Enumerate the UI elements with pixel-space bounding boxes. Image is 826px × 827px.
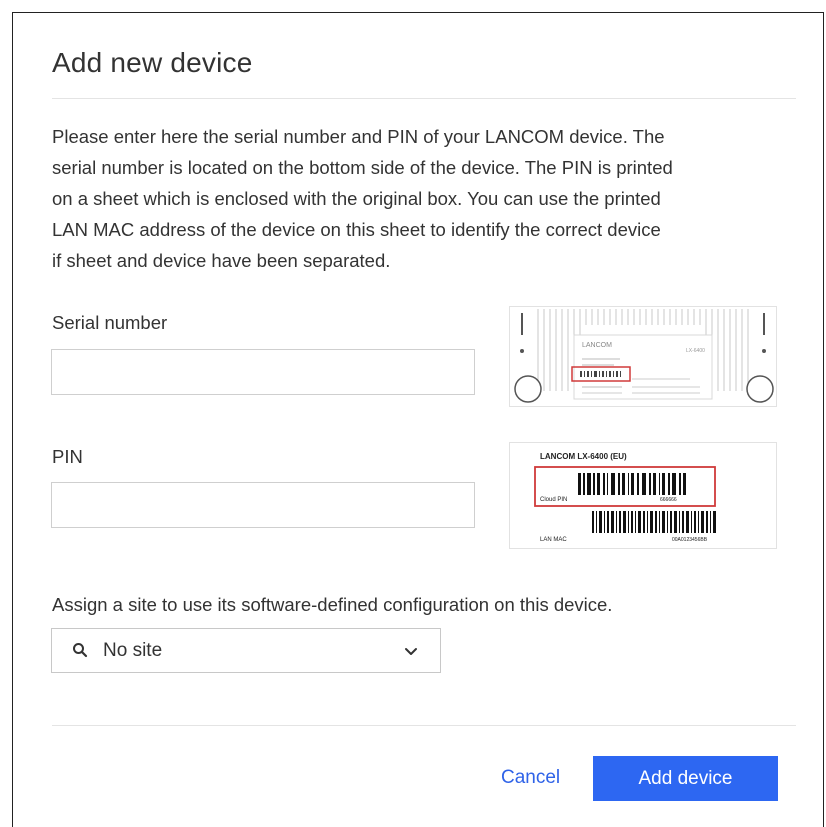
description-line: Please enter here the serial number and … [52, 126, 665, 147]
pin-input[interactable] [51, 482, 475, 528]
dialog-description: Please enter here the serial number and … [52, 121, 792, 276]
device-brand-text: LANCOM [582, 342, 612, 349]
lan-mac-label: LAN MAC [540, 537, 567, 543]
pin-sheet-heading: LANCOM LX-6400 (EU) [540, 452, 627, 461]
search-icon [72, 642, 88, 663]
add-device-button[interactable]: Add device [593, 756, 778, 801]
site-select[interactable]: No site [51, 628, 441, 673]
add-device-dialog: Add new device Please enter here the ser… [12, 12, 824, 827]
cloud-pin-label: Cloud PIN [540, 497, 567, 503]
description-line: on a sheet which is enclosed with the or… [52, 188, 661, 209]
pin-sheet-image: LANCOM LX-6400 (EU) Cloud PIN 666666 LAN… [509, 442, 777, 549]
device-bottom-illustration: LANCOM LX-6400 [514, 309, 774, 403]
pin-label: PIN [52, 446, 83, 467]
device-bottom-image: LANCOM LX-6400 [509, 306, 777, 407]
lan-mac-value: 00A0123456BB [672, 537, 708, 543]
serial-number-input[interactable] [51, 349, 475, 395]
device-model-text: LX-6400 [686, 348, 705, 354]
description-line: LAN MAC address of the device on this sh… [52, 219, 661, 240]
dialog-title: Add new device [52, 47, 253, 78]
description-line: serial number is located on the bottom s… [52, 157, 673, 178]
chevron-down-icon [404, 644, 418, 662]
description-line: if sheet and device have been separated. [52, 250, 391, 271]
header-divider [52, 98, 796, 99]
footer-divider [52, 725, 796, 726]
cloud-pin-value: 666666 [660, 497, 677, 503]
cancel-button[interactable]: Cancel [501, 767, 560, 789]
serial-number-label: Serial number [52, 312, 168, 333]
site-select-value: No site [103, 640, 163, 661]
site-assign-label: Assign a site to use its software-define… [52, 594, 613, 615]
pin-sheet-illustration: LANCOM LX-6400 (EU) Cloud PIN 666666 LAN… [534, 452, 716, 543]
